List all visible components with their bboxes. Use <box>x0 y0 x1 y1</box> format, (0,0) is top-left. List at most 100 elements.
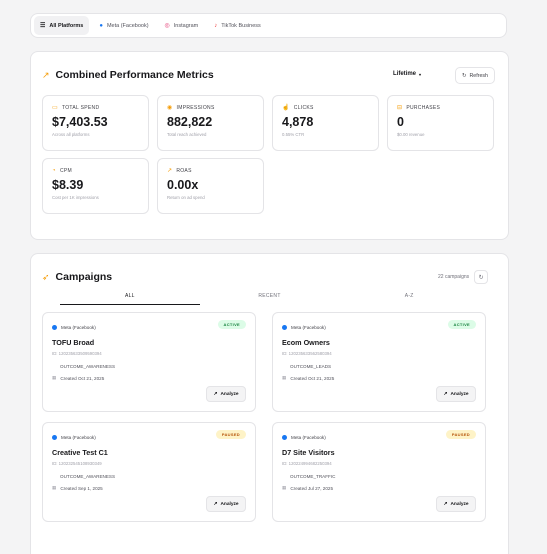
metric-value: 4,878 <box>282 115 314 129</box>
metric-label: ROAS <box>176 168 192 174</box>
metric-purchases: ⊟ PURCHASES 0 $0.00 revenue <box>387 95 494 151</box>
analyze-button[interactable]: ↗ Analyze <box>206 496 246 512</box>
campaign-platform: Meta (Facebook) <box>282 435 326 440</box>
campaign-name: D7 Site Visitors <box>282 448 335 457</box>
wallet-icon: ▭ <box>52 105 58 111</box>
shopping-bag-icon: ⊟ <box>397 105 403 111</box>
meta-icon <box>282 435 287 440</box>
gauge-icon: ◔ <box>52 168 56 174</box>
campaign-id: ID: 120224994682250394 <box>282 461 332 466</box>
meta-icon: ● <box>99 22 103 29</box>
metric-total-spend: ▭ TOTAL SPEND $7,403.53 Across all platfo… <box>42 95 149 151</box>
analyze-label: Analyze <box>450 501 469 507</box>
created-date: Created Sep 1, 2025 <box>60 485 103 491</box>
tab-label: All Platforms <box>49 22 84 29</box>
metric-impressions: ◉ IMPRESSIONS 882,822 Total reach achieve… <box>157 95 264 151</box>
refresh-button[interactable]: ↻ Refresh <box>455 67 495 84</box>
campaign-sort-tabs: ALL RECENT A-Z <box>60 291 479 305</box>
campaigns-header: ➶ Campaigns <box>42 271 112 283</box>
platform-label: Meta (Facebook) <box>291 435 326 440</box>
campaign-id: ID: 120235633509590394 <box>52 351 102 356</box>
metric-value: $8.39 <box>52 178 84 192</box>
chart-trend-icon: ↗ <box>443 391 448 397</box>
campaign-id: ID: 120235633562580394 <box>282 351 332 356</box>
campaign-name: Ecom Owners <box>282 338 330 347</box>
campaign-id: ID: 120232545108930349 <box>52 461 102 466</box>
period-label: Lifetime <box>393 71 417 77</box>
created-date: Created Oct 21, 2025 <box>60 375 105 381</box>
metrics-header: ↗ Combined Performance Metrics <box>42 69 214 81</box>
metric-value: 0 <box>397 115 404 129</box>
trend-icon: ↗ <box>167 168 173 174</box>
campaign-objective: OUTCOME_AWARENESS <box>60 474 116 479</box>
chart-trend-icon: ↗ <box>213 391 218 397</box>
metric-subtext: 0.55% CTR <box>282 132 305 137</box>
chevron-down-icon: ▾ <box>419 71 422 77</box>
tab-all[interactable]: ALL <box>60 291 200 305</box>
period-select[interactable]: Lifetime ▾ <box>393 71 421 77</box>
platform-label: Meta (Facebook) <box>61 435 96 440</box>
metric-clicks: ☝ CLICKS 4,878 0.55% CTR <box>272 95 379 151</box>
status-badge: ACTIVE <box>217 320 246 329</box>
metric-header: ⊟ PURCHASES <box>397 105 493 111</box>
calendar-icon: ▦ <box>282 375 287 380</box>
rocket-icon: ➶ <box>42 271 50 282</box>
campaign-objective: OUTCOME_LEADS <box>290 364 332 369</box>
section-title: Combined Performance Metrics <box>55 69 214 81</box>
chart-trend-icon: ↗ <box>213 501 218 507</box>
platform-label: Meta (Facebook) <box>61 325 96 330</box>
analyze-button[interactable]: ↗ Analyze <box>436 496 476 512</box>
tab-recent[interactable]: RECENT <box>200 291 340 305</box>
metric-value: $7,403.53 <box>52 115 108 129</box>
calendar-icon: ▦ <box>282 485 287 490</box>
analyze-label: Analyze <box>450 391 469 397</box>
metric-cpm: ◔ CPM $8.39 Cost per 1K impressions <box>42 158 149 214</box>
tab-label: TikTok Business <box>221 22 261 29</box>
refresh-icon: ↻ <box>462 72 467 79</box>
instagram-icon: ◎ <box>164 22 170 29</box>
campaign-count-label: 22 campaigns <box>438 274 470 280</box>
tab-meta[interactable]: ● Meta (Facebook) <box>93 16 154 35</box>
status-badge: PAUSED <box>215 430 246 439</box>
campaign-name: Creative Test C1 <box>52 448 108 457</box>
analyze-label: Analyze <box>220 391 239 397</box>
campaign-objective: OUTCOME_AWARENESS <box>60 364 116 369</box>
tab-instagram[interactable]: ◎ Instagram <box>159 16 205 35</box>
metric-subtext: Cost per 1K impressions <box>52 195 99 200</box>
meta-icon <box>52 435 57 440</box>
metric-header: ↗ ROAS <box>167 168 263 174</box>
analyze-label: Analyze <box>220 501 239 507</box>
analyze-button[interactable]: ↗ Analyze <box>206 386 246 402</box>
campaign-platform: Meta (Facebook) <box>282 325 326 330</box>
campaign-card[interactable]: Meta (Facebook) PAUSED D7 Site Visitors … <box>272 422 486 522</box>
created-date: Created Oct 21, 2025 <box>290 375 335 381</box>
tab-tiktok[interactable]: ♪ TikTok Business <box>208 16 267 35</box>
refresh-campaigns-button[interactable]: ↻ <box>474 270 489 284</box>
tab-a-z[interactable]: A-Z <box>339 291 479 305</box>
campaign-card[interactable]: Meta (Facebook) PAUSED Creative Test C1 … <box>42 422 256 522</box>
created-date: Created Jul 27, 2025 <box>290 485 333 491</box>
campaign-created: ▦ Created Jul 27, 2025 <box>282 485 333 491</box>
metric-label: IMPRESSIONS <box>176 105 215 111</box>
status-badge: PAUSED <box>445 430 476 439</box>
campaign-platform: Meta (Facebook) <box>52 325 96 330</box>
meta-icon <box>52 325 57 330</box>
metric-header: ◔ CPM <box>52 168 148 174</box>
campaign-card[interactable]: Meta (Facebook) ACTIVE TOFU Broad ID: 12… <box>42 312 256 412</box>
campaign-created: ▦ Created Sep 1, 2025 <box>52 485 103 491</box>
section-title: Campaigns <box>55 271 113 283</box>
metric-header: ◉ IMPRESSIONS <box>167 105 263 111</box>
tab-label: Meta (Facebook) <box>106 22 149 29</box>
tab-all-platforms[interactable]: ☰ All Platforms <box>34 16 90 35</box>
campaigns-card: ➶ Campaigns 22 campaigns ↻ ALL RECENT A-… <box>30 253 509 554</box>
trend-icon: ↗ <box>42 69 50 80</box>
campaign-created: ▦ Created Oct 21, 2025 <box>52 375 104 381</box>
calendar-icon: ▦ <box>52 485 57 490</box>
status-badge: ACTIVE <box>447 320 476 329</box>
campaign-name: TOFU Broad <box>52 338 95 347</box>
metric-label: CPM <box>59 168 72 174</box>
analyze-button[interactable]: ↗ Analyze <box>436 386 476 402</box>
refresh-icon: ↻ <box>478 274 484 281</box>
metric-label: CLICKS <box>293 105 314 111</box>
campaign-card[interactable]: Meta (Facebook) ACTIVE Ecom Owners ID: 1… <box>272 312 486 412</box>
